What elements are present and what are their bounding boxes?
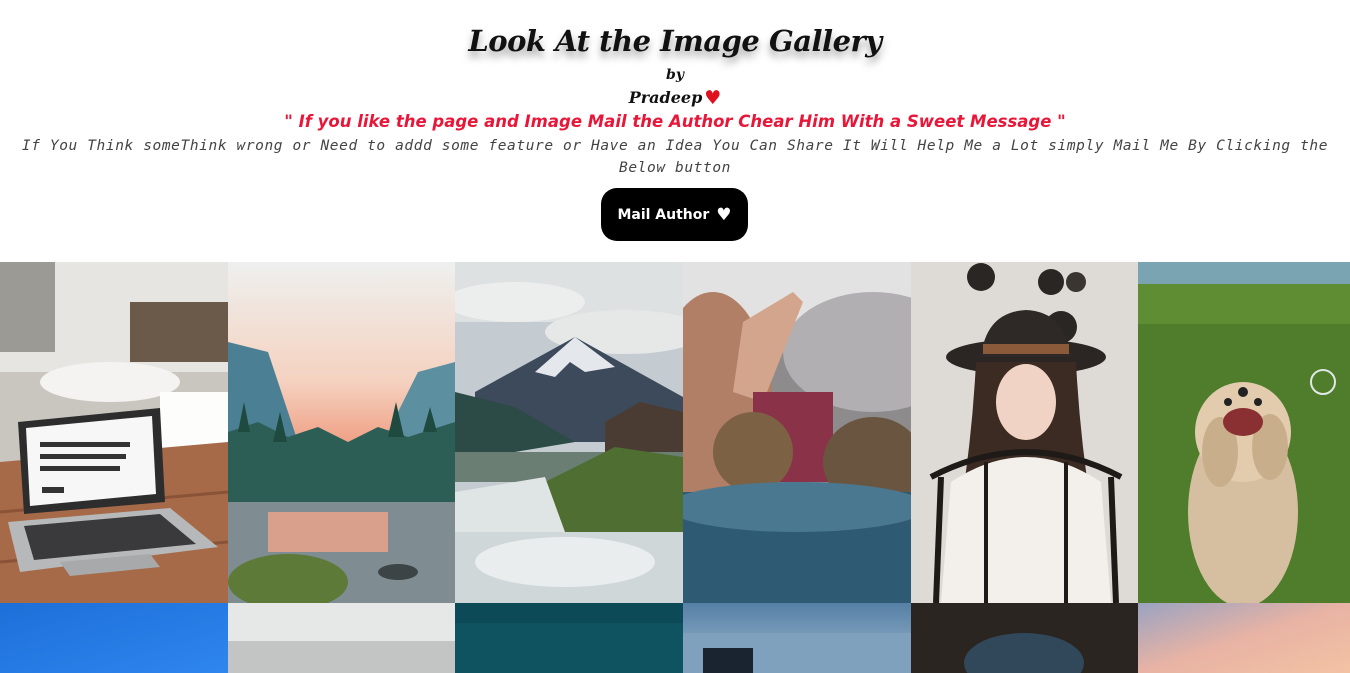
blue-sky-photo[interactable] (0, 603, 228, 673)
teal-photo[interactable] (455, 603, 683, 673)
dog-grass-photo[interactable] (1138, 262, 1350, 603)
cave-photo[interactable] (911, 603, 1138, 673)
quote-text: " If you like the page and Image Mail th… (284, 112, 1066, 131)
blurred-photo[interactable] (228, 603, 455, 673)
page-header: Look At the Image Gallery by Pradeep ♥ " … (0, 0, 1350, 262)
dark-sky-silhouette-photo[interactable] (683, 603, 911, 673)
description-text: If You Think someThink wrong or Need to … (21, 138, 1329, 176)
page-title: Look At the Image Gallery (468, 24, 882, 58)
cat-high-five-photo[interactable] (683, 262, 911, 603)
mountain-waterfall-photo[interactable] (455, 262, 683, 603)
heart-icon: ♥ (716, 204, 732, 225)
mail-author-button[interactable]: Mail Author ♥ (601, 188, 748, 241)
lake-mountain-photo[interactable] (228, 262, 455, 603)
by-label: by (666, 67, 684, 83)
author-line: Pradeep ♥ (0, 87, 1350, 109)
author-name: Pradeep (628, 88, 703, 107)
heart-icon: ♥ (704, 87, 722, 109)
mail-author-label: Mail Author (617, 206, 710, 223)
woman-hat-photo[interactable] (911, 262, 1138, 603)
laptop-photo[interactable] (0, 262, 228, 603)
sunset-clouds-photo[interactable] (1138, 603, 1350, 673)
image-gallery (0, 262, 1350, 673)
